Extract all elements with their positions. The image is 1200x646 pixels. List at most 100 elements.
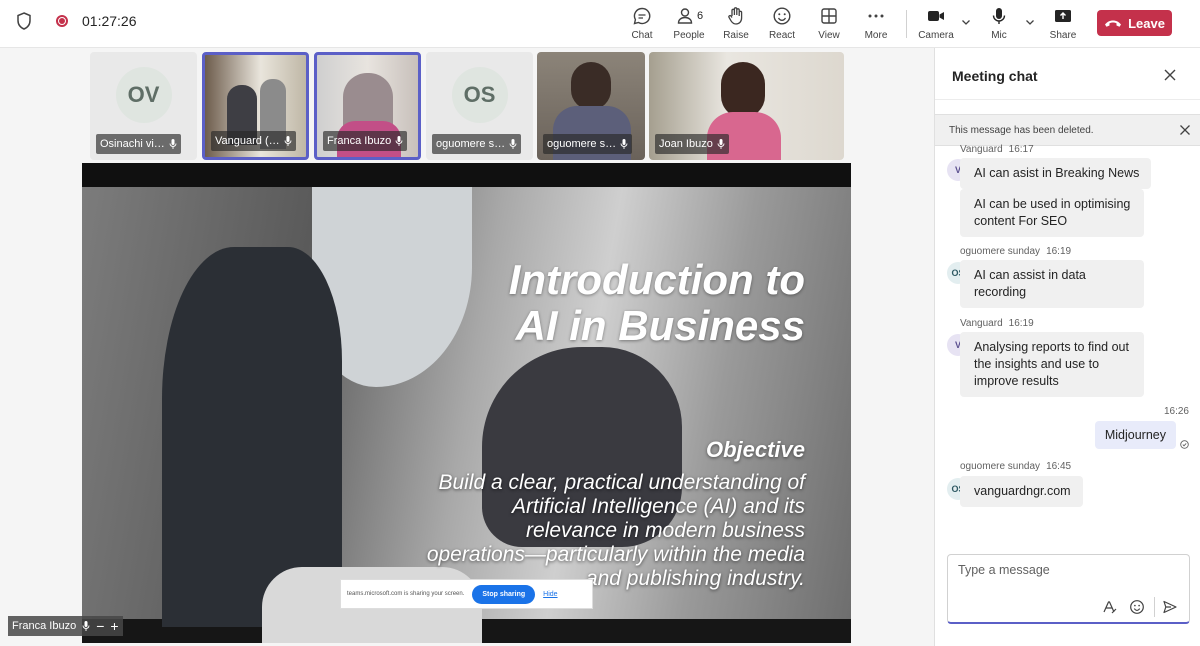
message-time: 16:19 (1046, 246, 1072, 257)
phone-hangup-icon (1105, 20, 1122, 27)
share-icon (1055, 10, 1071, 22)
message-time: 16:17 (1008, 144, 1034, 155)
message-meta: oguomere sunday 16:19 (960, 246, 1071, 257)
participant-tile[interactable]: Franca Ibuzo (314, 52, 421, 160)
recording-icon (56, 15, 68, 27)
slide-objective-heading: Objective (705, 437, 805, 462)
chat-message-text: vanguardngr.com (974, 484, 1071, 498)
participant-name: Joan Ibuzo (659, 138, 713, 150)
avatar: OV (115, 67, 172, 124)
view-grid-icon (821, 8, 837, 24)
message-meta: Vanguard 16:19 (960, 318, 1034, 329)
chat-message[interactable]: AI can asist in Breaking News (960, 158, 1152, 189)
share-button[interactable]: Share (1035, 6, 1091, 46)
message-author: oguomere sunday (960, 246, 1041, 257)
participant-tile[interactable]: oguomere s… (537, 52, 645, 160)
stop-sharing-button[interactable]: Stop sharing (472, 584, 536, 604)
chat-header: Meeting chat (935, 48, 1200, 100)
participant-nametag: oguomere s… (543, 134, 633, 154)
message-time: 16:19 (1008, 318, 1034, 329)
chat-message-text: Analysing reports to find out the insigh… (974, 340, 1129, 388)
participant-name: Osinachi vi… (100, 138, 165, 150)
participant-tile[interactable]: OS oguomere s… (426, 52, 533, 160)
participant-tile[interactable]: Joan Ibuzo (649, 52, 844, 160)
react-emoji-icon (773, 7, 791, 25)
chat-message-text: AI can asist in Breaking News (974, 166, 1140, 180)
chat-message-text: AI can be used in optimising content For… (974, 197, 1131, 228)
react-label: React (768, 30, 796, 41)
read-receipt-icon (1180, 440, 1189, 449)
participant-nametag: Joan Ibuzo (655, 134, 729, 154)
shared-screen[interactable]: Introduction to AI in Business Objective… (82, 163, 851, 643)
slide-title: Introduction to AI in Business (509, 257, 805, 349)
self-view-tag: Franca Ibuzo − + (8, 616, 123, 636)
meeting-toolbar: 01:27:26 Chat 6 People Raise React View … (0, 0, 1200, 50)
mic-icon (620, 139, 628, 149)
shield-icon[interactable] (16, 12, 32, 30)
participant-tile[interactable]: Vanguard (… (202, 52, 309, 160)
toolbar-left: 01:27:26 (16, 12, 137, 30)
raise-label: Raise (723, 30, 749, 41)
expand-plus-icon[interactable]: + (110, 619, 118, 633)
compose-divider (1154, 597, 1155, 617)
share-label: Share (1049, 30, 1077, 41)
participant-nametag: Osinachi vi… (96, 134, 181, 154)
camera-button[interactable]: Camera (908, 6, 964, 46)
leave-button[interactable]: Leave (1097, 10, 1172, 36)
mic-icon (717, 139, 725, 149)
close-icon[interactable] (1179, 124, 1191, 136)
raise-hand-icon (728, 7, 743, 25)
meeting-timer: 01:27:26 (82, 13, 137, 29)
more-button[interactable]: More (848, 6, 904, 46)
message-author: Vanguard (960, 144, 1003, 155)
mic-icon (284, 136, 292, 146)
camera-label: Camera (918, 30, 954, 41)
view-label: View (818, 30, 840, 41)
mic-icon (992, 8, 1006, 24)
screen-sharing-bar: teams.microsoft.com is sharing your scre… (340, 579, 593, 609)
message-author: oguomere sunday (960, 461, 1041, 472)
participant-tile[interactable]: OV Osinachi vi… (90, 52, 197, 160)
people-label: People (673, 30, 705, 41)
participant-nametag: Vanguard (… (211, 131, 296, 151)
send-icon[interactable] (1162, 599, 1178, 615)
mic-icon (395, 136, 403, 146)
close-icon[interactable] (1163, 68, 1177, 82)
chat-message[interactable]: AI can be used in optimising content For… (960, 189, 1144, 237)
emoji-icon[interactable] (1129, 599, 1145, 615)
slide-title-line: AI in Business (515, 302, 805, 349)
minimize-icon[interactable]: − (96, 619, 104, 633)
more-icon (868, 14, 884, 18)
deleted-message-text: This message has been deleted. (949, 124, 1094, 136)
message-compose-box (947, 554, 1190, 624)
message-meta: oguomere sunday 16:45 (960, 461, 1071, 472)
participant-name: Franca Ibuzo (327, 135, 392, 147)
avatar: OS (451, 67, 508, 124)
people-count: 6 (696, 10, 704, 22)
deleted-message-notice: This message has been deleted. (935, 114, 1200, 146)
chat-icon (633, 7, 651, 25)
own-chat-message[interactable]: Midjourney (1094, 421, 1176, 449)
chat-message-text: AI can assist in data recording (974, 268, 1086, 299)
participant-video (721, 62, 765, 118)
chat-message[interactable]: Analysing reports to find out the insigh… (960, 332, 1144, 397)
slide-background-photo: Introduction to AI in Business Objective… (82, 187, 851, 643)
sharing-notice-text: teams.microsoft.com is sharing your scre… (347, 591, 465, 597)
toolbar-divider (906, 10, 907, 38)
chat-title: Meeting chat (952, 68, 1038, 84)
chat-message[interactable]: AI can assist in data recording (960, 260, 1144, 308)
mic-icon (169, 139, 177, 149)
message-time: 16:45 (1046, 461, 1072, 472)
participant-nametag: oguomere s… (432, 134, 522, 154)
message-meta: Vanguard 16:17 (960, 144, 1034, 155)
people-icon (677, 8, 693, 24)
mic-button[interactable]: Mic (971, 6, 1027, 46)
hide-sharing-bar-link[interactable]: Hide (543, 591, 557, 598)
format-text-icon[interactable] (1102, 599, 1118, 615)
slide-title-line: Introduction to (508, 256, 805, 303)
participant-video (571, 62, 611, 110)
meeting-chat-panel: Meeting chat This message has been delet… (934, 48, 1200, 646)
message-input[interactable] (958, 563, 1178, 577)
leave-label: Leave (1128, 15, 1165, 31)
chat-message[interactable]: vanguardngr.com (960, 476, 1083, 507)
